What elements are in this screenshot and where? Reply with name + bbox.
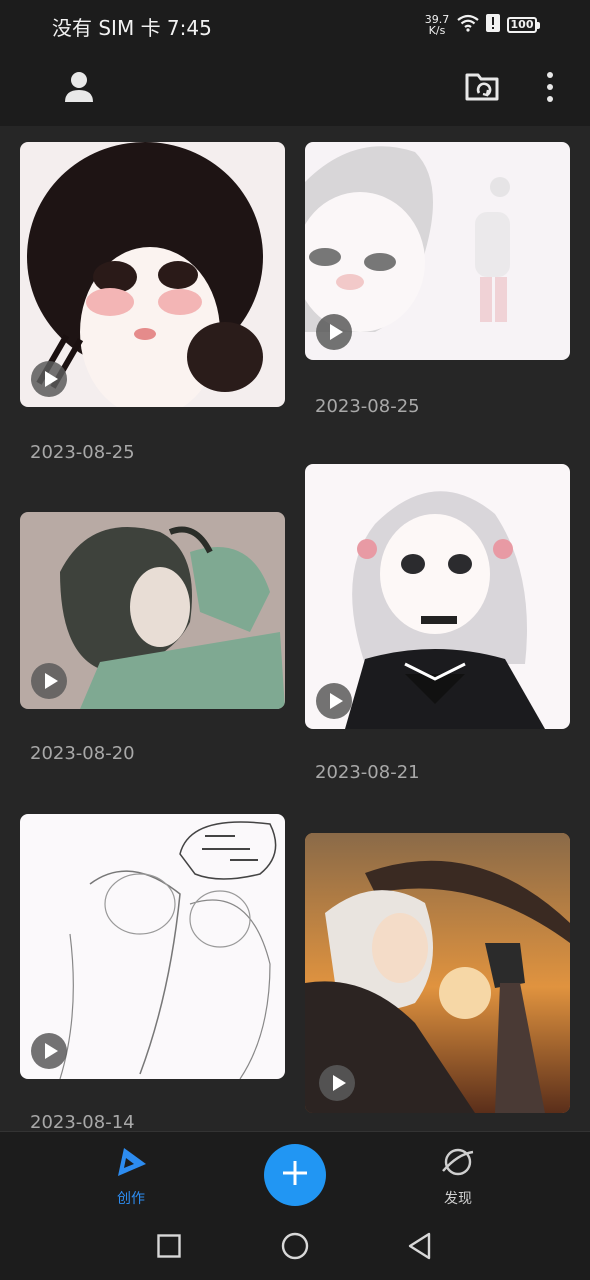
work-date: 2023-08-25: [315, 396, 420, 417]
work-thumbnail[interactable]: [305, 833, 570, 1113]
system-navigation-bar: [0, 1216, 590, 1280]
plus-icon: [281, 1159, 309, 1191]
status-bar: 没有 SIM 卡 7:45 39.7 K/s 100: [0, 0, 590, 50]
work-date: 2023-08-21: [315, 762, 420, 783]
work-card[interactable]: 2023-08-21: [305, 464, 570, 784]
wifi-icon: [457, 14, 479, 36]
work-thumbnail[interactable]: [305, 142, 570, 360]
folder-sync-icon: [465, 71, 501, 107]
work-date: 2023-08-14: [30, 1112, 135, 1131]
work-thumbnail[interactable]: [20, 512, 285, 709]
play-button[interactable]: [316, 683, 352, 719]
works-grid: 2023-08-25 2023-08-25 2023-08-20 2023-08…: [0, 126, 590, 1131]
work-card[interactable]: 2023-08-25: [305, 142, 570, 422]
circle-icon: [281, 1232, 309, 1264]
play-button[interactable]: [31, 663, 67, 699]
more-vertical-icon: [546, 71, 554, 107]
brush-icon: [114, 1146, 148, 1182]
planet-icon: [441, 1146, 475, 1182]
cloud-sync-button[interactable]: [460, 66, 506, 112]
work-card[interactable]: 2023-08-20: [20, 512, 285, 792]
profile-button[interactable]: [56, 66, 102, 112]
alert-icon: [485, 13, 501, 37]
tab-create-label: 创作: [117, 1191, 145, 1207]
status-icons: 39.7 K/s 100: [423, 11, 540, 39]
app-bar: [0, 50, 590, 126]
recents-button[interactable]: [155, 1234, 183, 1262]
play-button[interactable]: [316, 314, 352, 350]
bottom-navigation: 创作 发现: [0, 1131, 590, 1216]
network-speed: 39.7 K/s: [424, 13, 450, 37]
work-card[interactable]: 2023-08-14: [20, 814, 285, 1131]
play-button[interactable]: [319, 1065, 355, 1101]
play-button[interactable]: [31, 361, 67, 397]
work-thumbnail[interactable]: [305, 464, 570, 729]
work-date: 2023-08-25: [30, 442, 135, 463]
back-triangle-icon: [407, 1232, 433, 1264]
add-work-button[interactable]: [264, 1144, 326, 1206]
work-card[interactable]: [305, 833, 570, 1131]
play-button[interactable]: [31, 1033, 67, 1069]
more-options-button[interactable]: [530, 66, 570, 112]
square-icon: [157, 1234, 181, 1262]
work-thumbnail[interactable]: [20, 814, 285, 1079]
home-button[interactable]: [281, 1232, 309, 1264]
back-button[interactable]: [406, 1232, 434, 1264]
tab-create[interactable]: 创作: [91, 1146, 171, 1208]
work-date: 2023-08-20: [30, 743, 135, 764]
tab-discover[interactable]: 发现: [418, 1146, 498, 1208]
tab-discover-label: 发现: [444, 1191, 472, 1207]
work-card[interactable]: 2023-08-25: [20, 142, 285, 463]
person-icon: [64, 71, 94, 107]
battery-icon: 100: [507, 17, 540, 33]
work-thumbnail[interactable]: [20, 142, 285, 407]
carrier-time: 没有 SIM 卡 7:45: [52, 16, 212, 40]
